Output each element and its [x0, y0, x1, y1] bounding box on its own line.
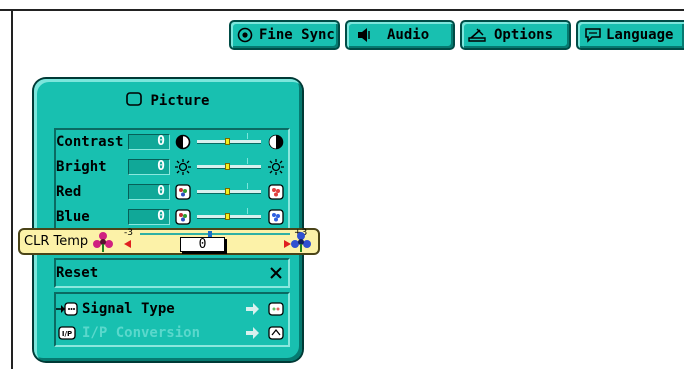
menu-title: Picture [34, 91, 302, 111]
arrow-right-icon [246, 302, 260, 320]
bright-slider-knob[interactable] [225, 163, 230, 170]
contrast-value: 0 [128, 134, 170, 150]
reset-row[interactable]: Reset [56, 263, 288, 283]
blue-row[interactable]: Blue 0 [56, 207, 288, 227]
reset-group: Reset [54, 258, 290, 288]
tab-audio[interactable]: Audio [345, 20, 455, 50]
blue-slider-knob[interactable] [225, 213, 230, 220]
red-value: 0 [128, 184, 170, 200]
red-row[interactable]: Red 0 [56, 182, 288, 202]
blue-slider[interactable] [197, 208, 261, 220]
brightness-icon [268, 159, 284, 175]
bright-slider[interactable] [197, 158, 261, 170]
contrast-slider[interactable] [197, 133, 261, 145]
flower-icon [92, 231, 114, 253]
reset-label: Reset [56, 265, 99, 281]
brightness-icon [175, 159, 191, 175]
signal-icon [56, 301, 78, 317]
menu-title-label: Picture [150, 93, 210, 109]
picture-menu-panel: Picture Contrast 0 Bright 0 Red 0 Blue 0… [34, 79, 302, 361]
contrast-icon [175, 134, 191, 150]
red-color-icon [268, 184, 284, 200]
bright-value: 0 [128, 159, 170, 175]
clr-temp-row[interactable]: CLR Temp -3 +3 0 [18, 228, 320, 255]
signal-group: Signal Type I/P I/P Conversion [54, 292, 290, 347]
clr-temp-slider[interactable] [140, 231, 290, 237]
top-border-line [0, 9, 684, 11]
signal-type-row[interactable]: Signal Type [56, 299, 288, 319]
flower-icon [290, 231, 312, 253]
blue-label: Blue [56, 209, 90, 225]
picture-adjust-group: Contrast 0 Bright 0 Red 0 Blue 0 [54, 128, 290, 230]
contrast-label: Contrast [56, 134, 124, 150]
close-icon[interactable] [268, 265, 284, 281]
ip-icon: I/P [58, 325, 76, 341]
tab-options[interactable]: Options [460, 20, 571, 50]
tab-fine-sync-label: Fine Sync [259, 27, 335, 43]
contrast-row[interactable]: Contrast 0 [56, 132, 288, 152]
signal-type-label: Signal Type [82, 301, 175, 317]
left-border-line [11, 11, 13, 369]
tab-language[interactable]: Language [576, 20, 684, 50]
clr-temp-value: 0 [180, 237, 225, 252]
bright-label: Bright [56, 159, 107, 175]
red-slider-knob[interactable] [225, 188, 230, 195]
tab-audio-label: Audio [387, 27, 430, 43]
tab-fine-sync[interactable]: Fine Sync [229, 20, 340, 50]
red-label: Red [56, 184, 82, 200]
signal-display-icon [268, 301, 284, 317]
tab-options-label: Options [494, 27, 554, 43]
speech-bubble-icon [584, 26, 602, 44]
options-icon [468, 26, 486, 44]
ip-conversion-label: I/P Conversion [82, 325, 201, 341]
arrow-left-icon[interactable] [124, 240, 131, 248]
red-color-icon [175, 184, 191, 200]
fine-sync-icon [237, 26, 253, 44]
tab-language-label: Language [606, 27, 674, 43]
contrast-icon [268, 134, 284, 150]
clr-temp-min-label: -3 [124, 228, 133, 238]
blue-value: 0 [128, 209, 170, 225]
blue-color-icon [268, 209, 284, 225]
blue-color-icon [175, 209, 191, 225]
picture-icon [126, 92, 143, 110]
bright-row[interactable]: Bright 0 [56, 157, 288, 177]
red-slider[interactable] [197, 183, 261, 195]
contrast-slider-knob[interactable] [225, 138, 230, 145]
ip-mode-icon [268, 325, 284, 341]
ip-conversion-row: I/P I/P Conversion [56, 323, 288, 343]
clr-temp-label: CLR Temp [24, 234, 89, 249]
arrow-right-icon [246, 326, 260, 344]
svg-text:I/P: I/P [62, 330, 72, 338]
speaker-icon [355, 26, 373, 44]
